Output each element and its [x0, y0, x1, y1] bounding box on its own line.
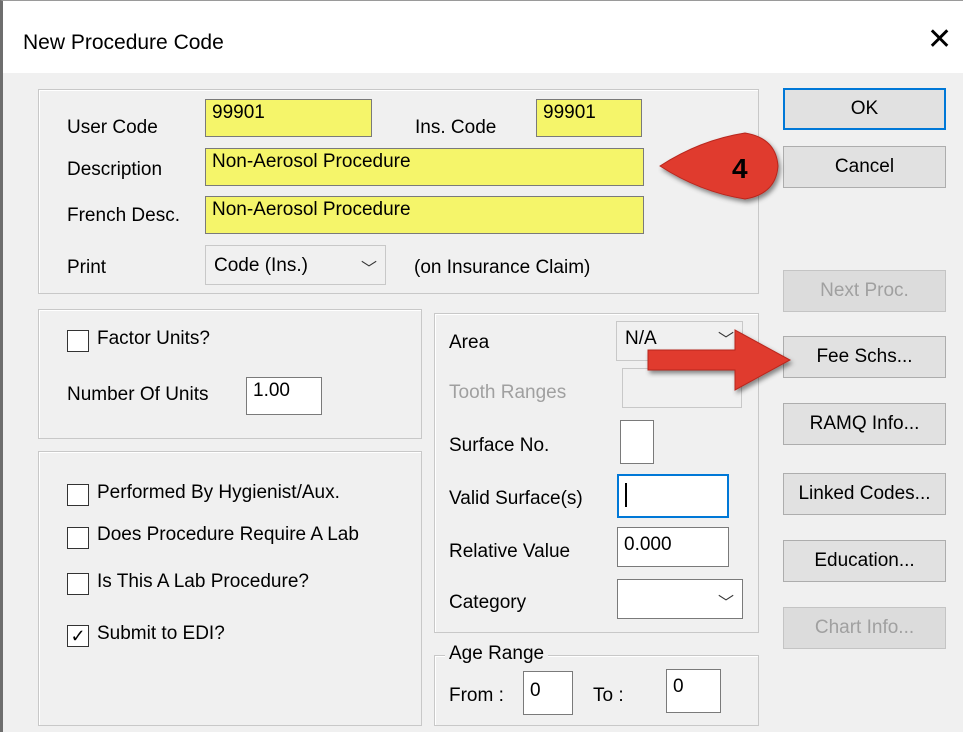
- age-range-legend: Age Range: [445, 643, 549, 665]
- relative-value-field[interactable]: 0.000: [617, 527, 729, 567]
- chevron-down-icon: ﹀: [360, 261, 377, 278]
- requires-lab-checkbox[interactable]: [67, 527, 89, 549]
- chart-info-button: Chart Info...: [783, 607, 946, 649]
- ins-code-field[interactable]: 99901: [536, 99, 642, 137]
- user-code-field[interactable]: 99901: [205, 99, 372, 137]
- age-to-label: To :: [593, 685, 624, 706]
- submit-edi-label: Submit to EDI?: [97, 623, 225, 644]
- number-of-units-label: Number Of Units: [67, 384, 209, 405]
- linked-codes-button[interactable]: Linked Codes...: [783, 473, 946, 515]
- print-select-value: Code (Ins.): [214, 255, 308, 276]
- print-note: (on Insurance Claim): [414, 257, 591, 278]
- new-procedure-code-dialog: New Procedure Code ✕ User Code 99901 Ins…: [0, 0, 963, 732]
- education-button[interactable]: Education...: [783, 540, 946, 582]
- window-title: New Procedure Code: [23, 31, 224, 54]
- surface-no-label: Surface No.: [449, 435, 550, 456]
- description-label: Description: [67, 159, 163, 180]
- fee-schs-button[interactable]: Fee Schs...: [783, 336, 946, 378]
- area-select-value: N/A: [625, 328, 657, 349]
- valid-surfaces-label: Valid Surface(s): [449, 488, 583, 509]
- lab-procedure-label: Is This A Lab Procedure?: [97, 571, 309, 592]
- tooth-ranges-field: [622, 368, 742, 408]
- user-code-label: User Code: [67, 117, 158, 138]
- hygienist-label: Performed By Hygienist/Aux.: [97, 482, 340, 503]
- tooth-ranges-label: Tooth Ranges: [449, 382, 567, 403]
- valid-surfaces-field[interactable]: [617, 474, 729, 518]
- relative-value-label: Relative Value: [449, 541, 571, 562]
- description-field[interactable]: Non-Aerosol Procedure: [205, 148, 644, 186]
- print-label: Print: [67, 257, 107, 278]
- hygienist-checkbox[interactable]: [67, 484, 89, 506]
- factor-units-label: Factor Units?: [97, 328, 210, 349]
- requires-lab-label: Does Procedure Require A Lab: [97, 524, 359, 545]
- chevron-down-icon: ﹀: [717, 595, 734, 612]
- category-select[interactable]: ﹀: [617, 579, 743, 619]
- text-cursor: [625, 483, 627, 507]
- cancel-button[interactable]: Cancel: [783, 146, 946, 188]
- chevron-down-icon: ﹀: [717, 332, 734, 349]
- ins-code-label: Ins. Code: [415, 117, 497, 138]
- age-from-field[interactable]: 0: [523, 671, 573, 715]
- french-desc-field[interactable]: Non-Aerosol Procedure: [205, 196, 644, 234]
- factor-units-checkbox[interactable]: [67, 330, 89, 352]
- units-group: [38, 309, 422, 439]
- area-label: Area: [449, 332, 490, 353]
- submit-edi-checkbox[interactable]: ✓: [67, 625, 89, 647]
- number-of-units-field[interactable]: 1.00: [246, 377, 322, 415]
- french-desc-label: French Desc.: [67, 205, 180, 226]
- age-from-label: From :: [449, 685, 504, 706]
- area-select[interactable]: N/A ﹀: [616, 321, 743, 361]
- lab-procedure-checkbox[interactable]: [67, 573, 89, 595]
- close-icon[interactable]: ✕: [927, 25, 952, 55]
- next-proc-button: Next Proc.: [783, 270, 946, 312]
- print-select[interactable]: Code (Ins.) ﹀: [205, 245, 386, 285]
- ok-button[interactable]: OK: [783, 88, 946, 130]
- surface-no-field[interactable]: [620, 420, 654, 464]
- category-label: Category: [449, 592, 527, 613]
- check-icon: ✓: [70, 626, 86, 646]
- age-to-field[interactable]: 0: [666, 669, 721, 713]
- title-bar: New Procedure Code ✕: [3, 1, 963, 73]
- ramq-info-button[interactable]: RAMQ Info...: [783, 403, 946, 445]
